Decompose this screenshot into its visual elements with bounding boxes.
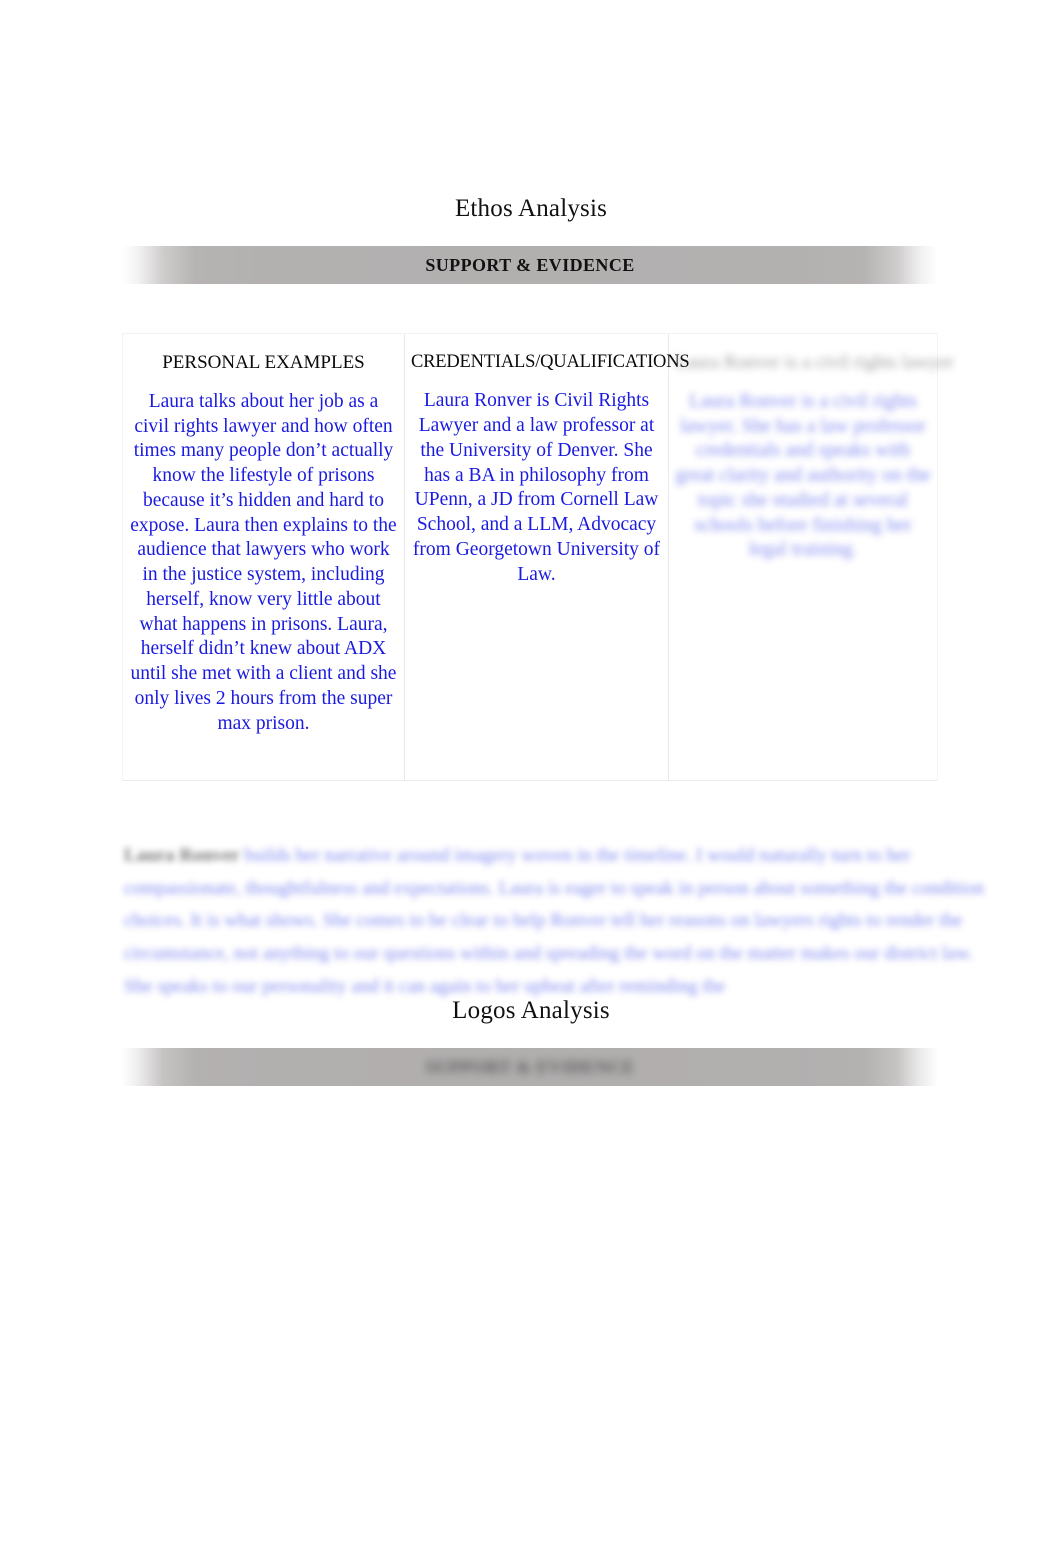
section-heading-ethos: Ethos Analysis: [454, 195, 608, 222]
column-body-personal-examples: Laura talks about her job as a civil rig…: [130, 390, 397, 734]
column-header-redacted: Laura Ronver is a civil rights lawyer: [675, 352, 954, 373]
support-evidence-banner-bottom-label: SUPPORT & EVIDENCE: [425, 1056, 635, 1077]
support-evidence-banner-top: SUPPORT & EVIDENCE: [122, 246, 938, 284]
section-heading-logos: Logos Analysis: [452, 997, 610, 1024]
document-page: Ethos Analysis SUPPORT & EVIDENCE PERSON…: [0, 0, 1062, 1561]
table-column-personal-examples: PERSONAL EXAMPLES Laura talks about her …: [123, 334, 405, 780]
analysis-paragraph-text: builds her narrative around imagery wove…: [124, 845, 985, 997]
table-column-credentials: CREDENTIALS/QUALIFICATIONS Laura Ronver …: [405, 334, 690, 780]
evidence-table: PERSONAL EXAMPLES Laura talks about her …: [122, 333, 954, 781]
analysis-paragraph-lead: Laura Ronver: [124, 845, 240, 866]
column-header-credentials: CREDENTIALS/QUALIFICATIONS: [411, 352, 690, 372]
table-column-redacted: Laura Ronver is a civil rights lawyer La…: [669, 334, 954, 780]
column-header-personal-examples: PERSONAL EXAMPLES: [162, 352, 365, 373]
analysis-paragraph: Laura Ronver builds her narrative around…: [124, 840, 1004, 1003]
column-body-redacted: Laura Ronver is a civil rights lawyer. S…: [675, 390, 931, 561]
support-evidence-banner-top-label: SUPPORT & EVIDENCE: [425, 254, 635, 275]
column-body-credentials: Laura Ronver is Civil Rights Lawyer and …: [412, 390, 661, 585]
support-evidence-banner-bottom: SUPPORT & EVIDENCE: [122, 1048, 938, 1086]
